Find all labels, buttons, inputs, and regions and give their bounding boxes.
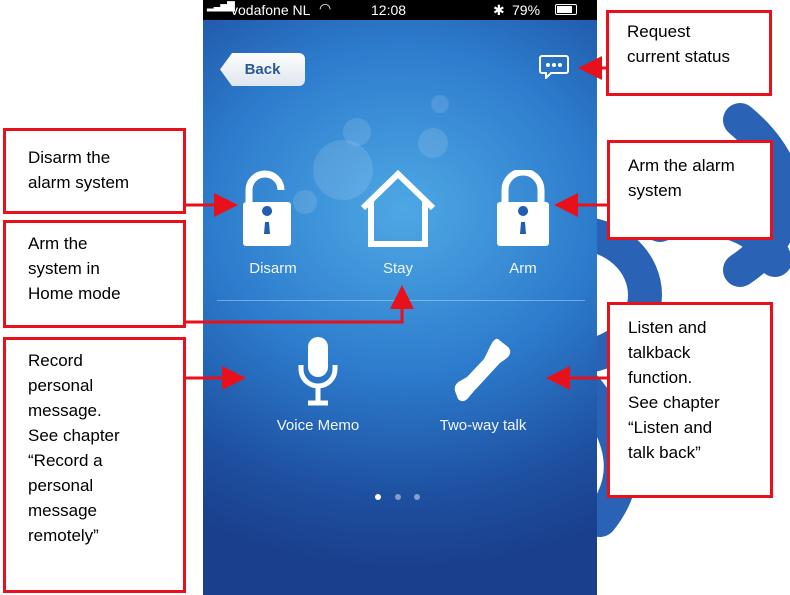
arm-button[interactable]: Arm: [473, 170, 573, 285]
annotation-record: Record personal message. See chapter “Re…: [3, 337, 186, 593]
battery-percent: 79%: [512, 2, 541, 18]
annotation-arm: Arm the alarm system: [607, 140, 773, 240]
signal-icon: ▂▃▅▇: [207, 1, 235, 12]
page-dot-2[interactable]: [395, 494, 401, 500]
annotation-request-status: Request current status: [606, 10, 772, 96]
disarm-button[interactable]: Disarm: [223, 170, 323, 285]
wifi-icon: ◠: [319, 0, 332, 16]
annotation-disarm: Disarm the alarm system: [3, 128, 186, 214]
arm-label: Arm: [509, 260, 537, 277]
divider: [217, 300, 585, 301]
annotation-stay: Arm the system in Home mode: [3, 220, 186, 328]
page-dot-3[interactable]: [414, 494, 420, 500]
stay-button[interactable]: Stay: [343, 169, 453, 285]
back-button[interactable]: Back: [220, 53, 305, 86]
battery-icon: [555, 4, 577, 15]
message-bubble-icon[interactable]: [539, 55, 569, 79]
clock: 12:08: [371, 2, 407, 18]
microphone-icon: [298, 337, 338, 406]
stay-label: Stay: [382, 260, 413, 277]
phone-screen: ▂▃▅▇ vodafone NL ◠ 12:08 ✱ 79% Back Disa…: [203, 0, 597, 595]
phone-handset-icon: [454, 338, 511, 402]
bluetooth-icon: ✱: [493, 2, 505, 18]
status-bar: ▂▃▅▇ vodafone NL ◠ 12:08 ✱ 79%: [203, 0, 597, 20]
locked-padlock-icon: [497, 170, 549, 246]
page-dot-1[interactable]: [375, 494, 381, 500]
two-way-talk-label: Two-way talk: [439, 417, 527, 434]
carrier-name: vodafone NL: [231, 2, 311, 18]
disarm-label: Disarm: [249, 260, 297, 277]
two-way-talk-button[interactable]: Two-way talk: [418, 335, 548, 440]
annotation-listen: Listen and talkback function. See chapte…: [607, 302, 773, 498]
voice-memo-label: Voice Memo: [276, 417, 360, 434]
voice-memo-button[interactable]: Voice Memo: [253, 335, 383, 440]
house-icon: [360, 169, 436, 247]
unlocked-padlock-icon: [243, 170, 291, 246]
